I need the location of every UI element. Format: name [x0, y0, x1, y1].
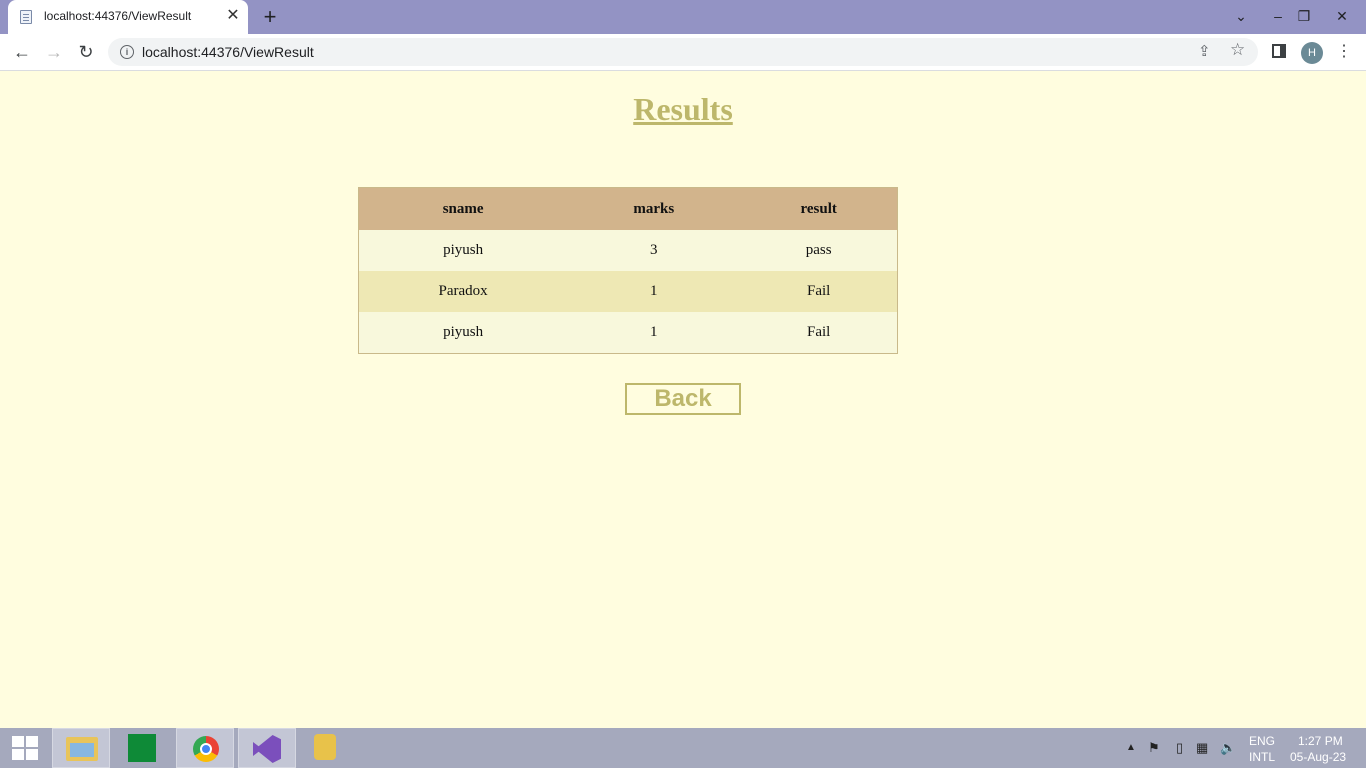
cell-sname: piyush — [358, 312, 568, 354]
column-header-marks: marks — [567, 187, 741, 230]
show-hidden-icons-chevron-icon[interactable]: ▲ — [1126, 742, 1136, 753]
database-tool-icon — [314, 734, 336, 760]
cell-marks: 1 — [567, 312, 741, 354]
column-header-result: result — [740, 187, 898, 230]
column-header-sname: sname — [358, 187, 568, 230]
language-indicator[interactable]: ENG — [1249, 734, 1275, 748]
profile-avatar[interactable]: H — [1301, 42, 1323, 64]
minimize-button[interactable]: – — [1264, 0, 1292, 34]
start-button[interactable] — [0, 728, 58, 768]
bookmark-star-icon[interactable]: ☆ — [1230, 40, 1245, 60]
browser-toolbar: ← → ↻ i localhost:44376/ViewResult ⇪ ☆ H… — [0, 34, 1366, 71]
file-explorer-icon — [66, 737, 98, 761]
tab-strip: localhost:44376/ViewResult ✕ + ⌄ – ❐ ✕ — [0, 0, 1366, 34]
windows-taskbar: ▲ ⚑ ▯ ▦ 🔈 ENG INTL 1:27 PM 05-Aug-23 — [0, 728, 1366, 768]
table-row: piyush 1 Fail — [358, 312, 898, 354]
cell-result: pass — [740, 230, 898, 271]
keyboard-layout-indicator[interactable]: INTL — [1249, 750, 1275, 764]
reload-icon[interactable]: ↻ — [74, 40, 98, 64]
chrome-icon — [193, 736, 219, 762]
back-button[interactable]: Back — [625, 383, 741, 415]
forward-arrow-icon[interactable]: → — [42, 40, 66, 64]
site-info-icon[interactable]: i — [120, 45, 134, 59]
tab-search-chevron-icon[interactable]: ⌄ — [1228, 0, 1254, 34]
table-header-row: sname marks result — [358, 187, 898, 230]
address-bar[interactable]: i localhost:44376/ViewResult ⇪ ☆ — [108, 38, 1258, 66]
visual-studio-icon — [253, 735, 281, 763]
table-row: Paradox 1 Fail — [358, 271, 898, 312]
taskbar-visual-studio[interactable] — [238, 728, 296, 768]
taskbar-chrome[interactable] — [176, 728, 234, 768]
volume-icon[interactable]: 🔈 — [1220, 740, 1236, 756]
restore-button[interactable]: ❐ — [1290, 0, 1318, 34]
table-row: piyush 3 pass — [358, 230, 898, 271]
taskbar-file-explorer[interactable] — [52, 728, 110, 768]
new-tab-button[interactable]: + — [258, 5, 282, 29]
windows-logo-icon — [12, 736, 38, 760]
clock-date[interactable]: 05-Aug-23 — [1290, 750, 1346, 764]
clock-time[interactable]: 1:27 PM — [1298, 734, 1343, 748]
taskbar-sql-tool[interactable] — [300, 728, 358, 768]
close-tab-icon[interactable]: ✕ — [224, 7, 242, 25]
page-favicon-icon — [20, 10, 32, 24]
taskbar-store[interactable] — [114, 728, 172, 768]
cell-marks: 3 — [567, 230, 741, 271]
kebab-menu-icon[interactable]: ⋮ — [1336, 41, 1352, 61]
store-icon — [128, 734, 156, 762]
share-icon[interactable]: ⇪ — [1198, 42, 1211, 60]
cell-result: Fail — [740, 271, 898, 312]
address-bar-url[interactable]: localhost:44376/ViewResult — [142, 44, 314, 60]
page-title: Results — [633, 91, 733, 127]
back-arrow-icon[interactable]: ← — [10, 40, 34, 64]
side-panel-icon[interactable] — [1272, 44, 1286, 58]
browser-tab[interactable]: localhost:44376/ViewResult ✕ — [8, 0, 248, 34]
tab-title: localhost:44376/ViewResult — [44, 9, 192, 23]
close-window-button[interactable]: ✕ — [1318, 0, 1366, 34]
network-icon[interactable]: ▦ — [1196, 740, 1208, 756]
cell-sname: Paradox — [358, 271, 568, 312]
results-table: sname marks result piyush 3 pass Paradox… — [358, 187, 898, 354]
cell-marks: 1 — [567, 271, 741, 312]
cell-result: Fail — [740, 312, 898, 354]
cell-sname: piyush — [358, 230, 568, 271]
action-center-flag-icon[interactable]: ⚑ — [1148, 740, 1160, 756]
page-content: Results sname marks result piyush 3 pass… — [0, 71, 1366, 728]
battery-icon[interactable]: ▯ — [1176, 740, 1183, 756]
